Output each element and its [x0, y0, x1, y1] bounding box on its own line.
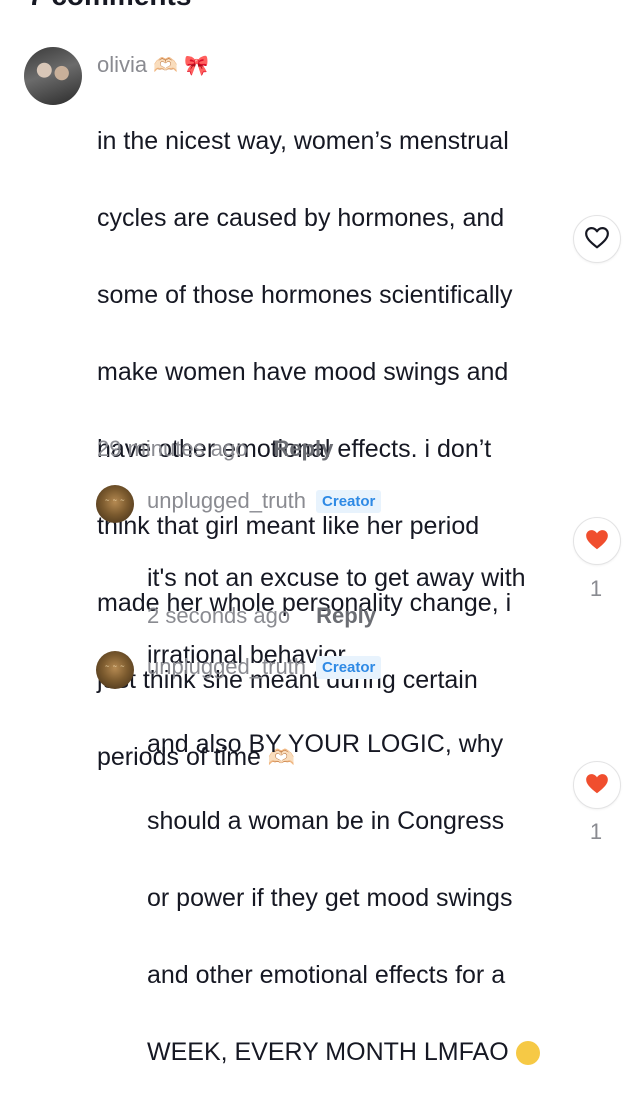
reply-meta: 2 seconds ago Reply — [147, 603, 376, 629]
reply-line: and other emotional effects for a — [147, 960, 506, 989]
avatar[interactable]: ~ ~ ~ — [96, 485, 134, 523]
username[interactable]: olivia — [97, 52, 147, 78]
reply-timestamp: 2 seconds ago — [147, 603, 291, 628]
comments-count: 7 comments — [28, 0, 191, 12]
like-count: 1 — [589, 819, 603, 844]
bow-emoji: 🎀 — [184, 54, 209, 77]
laughing-emoji-icon — [515, 1040, 540, 1065]
avatar-logo-text: ~ ~ ~ — [104, 663, 126, 670]
reply-username-row: unplugged_truth Creator — [147, 488, 382, 514]
username[interactable]: unplugged_truth — [147, 488, 306, 514]
reply-username-row: unplugged_truth Creator — [147, 654, 382, 680]
comment-timestamp: 29 minutes ago — [97, 436, 248, 461]
reply-line-last: WEEK, EVERY MONTH LMFAO 😂 — [147, 1033, 540, 1072]
like-button[interactable] — [573, 761, 621, 809]
comment-line: cycles are caused by hormones, and — [97, 203, 505, 232]
like-button[interactable] — [573, 215, 621, 263]
like-count: 1 — [589, 576, 603, 601]
heart-filled-icon — [584, 771, 610, 800]
comment-line: in the nicest way, women’s menstrual — [97, 126, 509, 155]
creator-badge: Creator — [316, 655, 382, 679]
reply-line: or power if they get mood swings — [147, 883, 513, 912]
like-button[interactable] — [573, 517, 621, 565]
comment-meta: 29 minutes ago Reply — [97, 436, 333, 462]
reply-line-text: WEEK, EVERY MONTH LMFAO — [147, 1037, 509, 1066]
comment-line: make women have mood swings and — [97, 357, 509, 386]
avatar[interactable] — [24, 47, 82, 105]
heart-filled-icon — [584, 527, 610, 556]
creator-badge: Creator — [316, 489, 382, 513]
reply-button[interactable]: Reply — [273, 436, 333, 462]
username[interactable]: unplugged_truth — [147, 654, 306, 680]
avatar[interactable]: ~ ~ ~ — [96, 651, 134, 689]
reply-line: it's not an excuse to get away with — [147, 563, 526, 592]
reply-line: and also BY YOUR LOGIC, why — [147, 729, 504, 758]
heart-hands-emoji: 🫶🏻 — [153, 54, 179, 77]
reply-line: should a woman be in Congress — [147, 806, 505, 835]
comment-line: some of those hormones scientifically — [97, 280, 513, 309]
reply-button[interactable]: Reply — [316, 603, 376, 629]
reply-body: and also BY YOUR LOGIC, why should a wom… — [147, 686, 540, 1110]
comment-username-row: olivia 🫶🏻 🎀 — [97, 52, 209, 78]
avatar-logo-text: ~ ~ ~ — [104, 497, 126, 504]
heart-outline-icon — [584, 225, 610, 254]
